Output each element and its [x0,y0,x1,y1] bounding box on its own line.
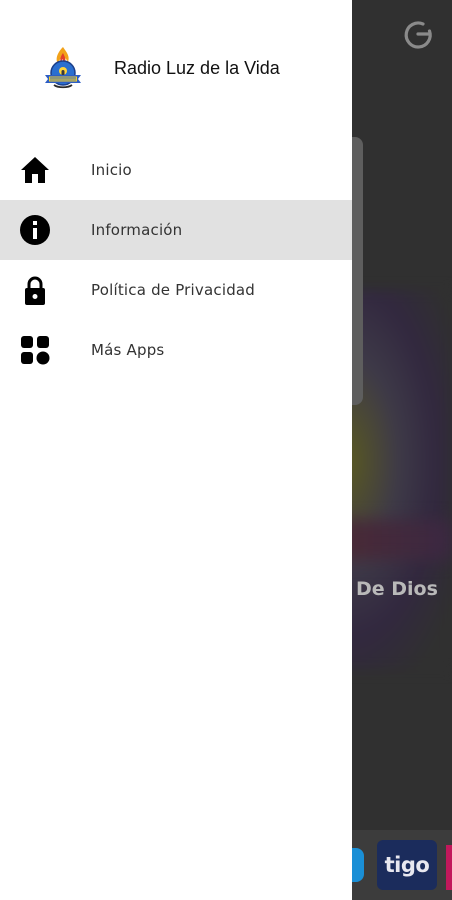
menu-item-politica-privacidad[interactable]: Política de Privacidad [0,260,352,320]
menu-item-label: Inicio [91,161,132,179]
drawer-header: Radio Luz de la Vida [0,0,352,140]
menu-item-label: Información [91,221,183,239]
menu-item-label: Más Apps [91,341,165,359]
scroll-handle[interactable] [352,137,363,405]
sponsor-logo-text: tigo [384,853,430,877]
radio-station-logo [45,47,81,89]
home-icon [21,157,49,183]
sponsor-banner-edge [352,848,364,882]
navigation-drawer: Radio Luz de la Vida Inicio Información … [0,0,352,900]
info-icon [20,215,50,245]
menu-item-label: Política de Privacidad [91,281,256,299]
now-playing-caption: De Dios [356,578,438,600]
album-art-stripe [340,520,452,560]
menu-item-informacion[interactable]: Información [0,200,352,260]
power-icon[interactable] [401,17,435,51]
sponsor-banner-edge-right [446,845,452,890]
app-title: Radio Luz de la Vida [114,58,280,78]
apps-grid-icon [21,336,50,365]
lock-icon [25,276,45,305]
sponsor-logo[interactable]: tigo [377,840,437,890]
drawer-menu: Inicio Información Política de Privacida… [0,140,352,380]
menu-item-inicio[interactable]: Inicio [0,140,352,200]
menu-item-mas-apps[interactable]: Más Apps [0,320,352,380]
